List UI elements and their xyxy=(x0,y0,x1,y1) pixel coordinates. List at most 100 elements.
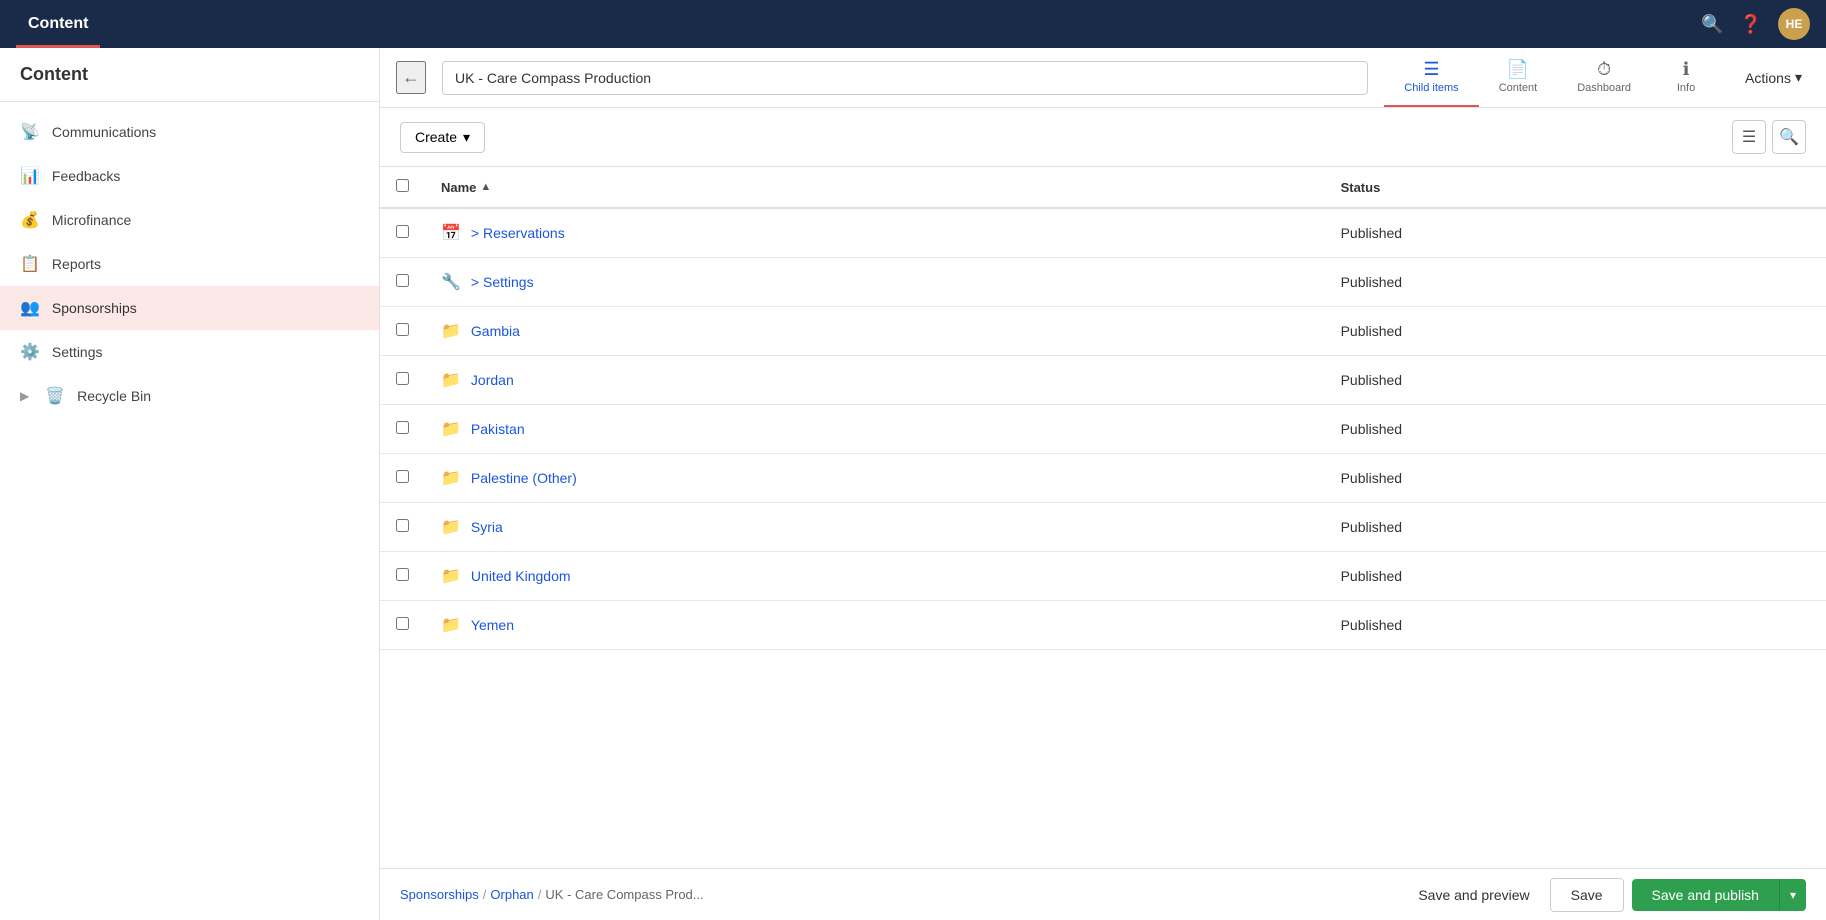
create-label: Create xyxy=(415,129,457,145)
row-icon: 📁 xyxy=(441,370,461,390)
breadcrumb-sep-1: / xyxy=(483,887,487,902)
save-and-publish-button[interactable]: Save and publish xyxy=(1632,879,1779,911)
row-name-link[interactable]: Jordan xyxy=(471,372,514,388)
row-checkbox[interactable] xyxy=(396,421,409,434)
sidebar-icon-feedbacks: 📊 xyxy=(20,166,40,186)
page-title-input[interactable] xyxy=(442,61,1368,95)
row-status: Published xyxy=(1325,503,1826,552)
select-all-checkbox[interactable] xyxy=(396,179,409,192)
back-button[interactable]: ← xyxy=(396,61,426,94)
row-checkbox[interactable] xyxy=(396,323,409,336)
user-avatar[interactable]: HE xyxy=(1778,8,1810,40)
content-header: ← ☰ Child items 📄Content ⏱ Dashboard ℹInfo Ac… xyxy=(380,48,1826,108)
search-button[interactable]: 🔍 xyxy=(1772,120,1806,154)
row-status: Published xyxy=(1325,601,1826,650)
row-icon: 📁 xyxy=(441,419,461,439)
name-sort-icon: ▲ xyxy=(480,181,491,193)
row-icon: 📁 xyxy=(441,615,461,635)
top-nav-content-tab[interactable]: Content xyxy=(16,0,100,48)
row-name-cell: 📁 Gambia xyxy=(425,307,1325,356)
row-name-cell: 📅 > Reservations xyxy=(425,208,1325,258)
sidebar-item-settings[interactable]: ⚙️Settings xyxy=(0,330,379,374)
sidebar-label-reports: Reports xyxy=(52,256,101,272)
row-checkbox[interactable] xyxy=(396,617,409,630)
top-navigation: Content 🔍 ❓ HE xyxy=(0,0,1826,48)
sidebar-item-communications[interactable]: 📡 Communications xyxy=(0,110,379,154)
row-checkbox[interactable] xyxy=(396,225,409,238)
row-icon: 📅 xyxy=(441,223,461,243)
row-checkbox[interactable] xyxy=(396,274,409,287)
tab-label-dashboard: Dashboard xyxy=(1577,82,1631,94)
tab-label-child-items: Child items xyxy=(1404,82,1458,94)
row-name-cell: 📁 Jordan xyxy=(425,356,1325,405)
sidebar-icon-sponsorships: 👥 xyxy=(20,298,40,318)
actions-menu[interactable]: Actions ▾ xyxy=(1737,69,1810,86)
breadcrumb-sponsorships[interactable]: Sponsorships xyxy=(400,887,479,902)
tab-dashboard[interactable]: ⏱ Dashboard xyxy=(1557,48,1651,107)
tab-info[interactable]: ℹInfo xyxy=(1651,48,1721,107)
tab-content[interactable]: 📄Content xyxy=(1479,48,1558,107)
sidebar-header: Content xyxy=(0,48,379,102)
row-checkbox[interactable] xyxy=(396,372,409,385)
save-and-preview-button[interactable]: Save and preview xyxy=(1406,881,1541,909)
tab-icon-child-items: ☰ xyxy=(1423,59,1439,80)
row-name-cell: 📁 Palestine (Other) xyxy=(425,454,1325,503)
save-button[interactable]: Save xyxy=(1550,878,1624,912)
row-name-link[interactable]: Pakistan xyxy=(471,421,525,437)
top-nav-right: 🔍 ❓ HE xyxy=(1701,8,1810,40)
sidebar-label-sponsorships: Sponsorships xyxy=(52,300,137,316)
breadcrumb-current: UK - Care Compass Prod... xyxy=(545,887,703,902)
row-status: Published xyxy=(1325,356,1826,405)
sidebar-item-sponsorships[interactable]: 👥 Sponsorships xyxy=(0,286,379,330)
app-title: Content xyxy=(28,15,88,33)
table-row: 📁 Syria Published xyxy=(380,503,1826,552)
help-icon[interactable]: ❓ xyxy=(1740,14,1762,35)
sidebar-item-feedbacks[interactable]: 📊Feedbacks xyxy=(0,154,379,198)
row-name-link[interactable]: Gambia xyxy=(471,323,520,339)
row-icon: 📁 xyxy=(441,566,461,586)
sidebar-nav: 📡 Communications 📊Feedbacks💰Microfinance📋R… xyxy=(0,102,379,426)
sidebar-label-settings: Settings xyxy=(52,344,103,360)
row-checkbox[interactable] xyxy=(396,519,409,532)
breadcrumb-orphan[interactable]: Orphan xyxy=(490,887,533,902)
sidebar-item-reports[interactable]: 📋Reports xyxy=(0,242,379,286)
row-status: Published xyxy=(1325,258,1826,307)
list-view-button[interactable]: ☰ xyxy=(1732,120,1766,154)
save-and-publish-dropdown[interactable]: ▾ xyxy=(1779,879,1806,911)
search-icon: 🔍 xyxy=(1779,127,1799,147)
content-area: ← ☰ Child items 📄Content ⏱ Dashboard ℹInfo Ac… xyxy=(380,48,1826,920)
sidebar-item-recycle-bin[interactable]: ▶🗑️Recycle Bin xyxy=(0,374,379,418)
row-status: Published xyxy=(1325,405,1826,454)
expand-icon-recycle-bin: ▶ xyxy=(20,389,29,403)
sidebar-label-communications: Communications xyxy=(52,124,156,140)
row-checkbox[interactable] xyxy=(396,568,409,581)
row-name-link[interactable]: > Reservations xyxy=(471,225,565,241)
status-column-header: Status xyxy=(1325,167,1826,208)
sidebar-item-microfinance[interactable]: 💰Microfinance xyxy=(0,198,379,242)
sidebar-label-recycle-bin: Recycle Bin xyxy=(77,388,151,404)
row-name-link[interactable]: Yemen xyxy=(471,617,514,633)
tab-icon-dashboard: ⏱ xyxy=(1597,59,1611,80)
search-icon[interactable]: 🔍 xyxy=(1701,14,1723,35)
row-name-cell: 📁 Syria xyxy=(425,503,1325,552)
row-name-link[interactable]: > Settings xyxy=(471,274,534,290)
sidebar-icon-communications: 📡 xyxy=(20,122,40,142)
row-name-cell: 📁 Pakistan xyxy=(425,405,1325,454)
row-name-cell: 🔧 > Settings xyxy=(425,258,1325,307)
create-button[interactable]: Create ▾ xyxy=(400,122,485,153)
row-checkbox[interactable] xyxy=(396,470,409,483)
toolbar-right: ☰ 🔍 xyxy=(1732,120,1806,154)
table-row: 🔧 > Settings Published xyxy=(380,258,1826,307)
row-name-link[interactable]: Syria xyxy=(471,519,503,535)
tab-child-items[interactable]: ☰ Child items xyxy=(1384,48,1478,107)
tab-label-info: Info xyxy=(1677,82,1695,94)
table-row: 📁 United Kingdom Published xyxy=(380,552,1826,601)
content-table: Name ▲ Status 📅 > Reservations Published… xyxy=(380,167,1826,650)
bottom-bar: Sponsorships / Orphan / UK - Care Compas… xyxy=(380,868,1826,920)
row-name-link[interactable]: Palestine (Other) xyxy=(471,470,577,486)
save-publish-group: Save and publish ▾ xyxy=(1632,879,1806,911)
name-column-header[interactable]: Name ▲ xyxy=(425,167,1325,208)
row-name-link[interactable]: United Kingdom xyxy=(471,568,571,584)
table-area: Name ▲ Status 📅 > Reservations Published… xyxy=(380,167,1826,868)
table-row: 📅 > Reservations Published xyxy=(380,208,1826,258)
